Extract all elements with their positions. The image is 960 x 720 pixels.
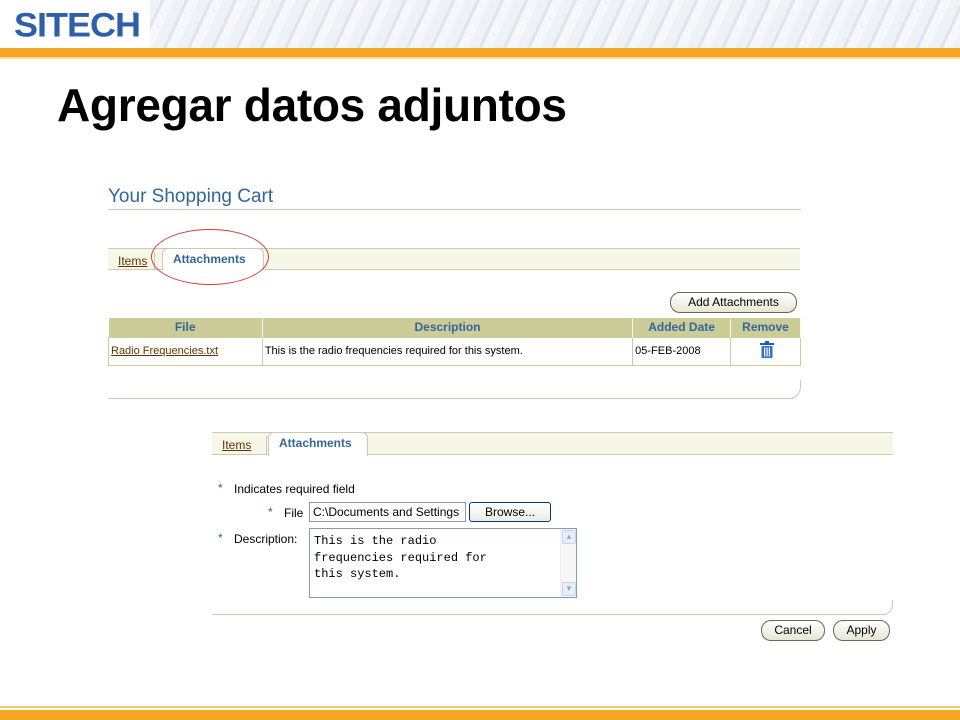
attachments-table: File Description Added Date Remove Radio… <box>108 318 801 366</box>
table-row: Radio Frequencies.txt This is the radio … <box>108 336 801 366</box>
description-textarea[interactable]: This is the radio frequencies required f… <box>309 528 577 598</box>
tab-separator <box>266 436 267 454</box>
cart-panel-corner <box>782 380 801 399</box>
form-panel-bottom-border <box>212 614 887 615</box>
footer-orange-bar <box>0 710 960 720</box>
file-label: File <box>284 506 304 520</box>
highlight-circle <box>151 229 269 285</box>
textarea-scrollbar[interactable]: ▲ ▼ <box>560 529 576 597</box>
description-cell: This is the radio frequencies required f… <box>261 336 634 366</box>
scroll-up-arrow-icon[interactable]: ▲ <box>562 530 576 544</box>
form-panel-corner <box>875 600 893 615</box>
form-tab-bar: Items Attachments <box>212 432 893 456</box>
required-marker: * <box>218 481 223 495</box>
description-text: This is the radio frequencies required f… <box>314 534 487 581</box>
required-marker: * <box>268 505 273 519</box>
header-orange-line <box>0 57 960 59</box>
slide-title: Agregar datos adjuntos <box>57 79 567 131</box>
logo-registered-mark: ® <box>133 12 138 18</box>
footer-thin-line <box>0 706 960 708</box>
browse-button[interactable]: Browse... <box>469 502 551 522</box>
remove-cell <box>730 336 801 366</box>
column-header-file: File <box>108 318 263 337</box>
trash-icon[interactable] <box>759 341 774 361</box>
description-label: Description: <box>234 532 298 546</box>
tab-items[interactable]: Items <box>222 438 251 452</box>
apply-button[interactable]: Apply <box>833 620 890 641</box>
cart-title: Your Shopping Cart <box>108 186 274 207</box>
scroll-down-arrow-icon[interactable]: ▼ <box>562 582 576 596</box>
file-cell: Radio Frequencies.txt <box>108 336 263 366</box>
header-orange-bar <box>0 48 960 57</box>
slide-header: SITECH ® <box>0 0 960 48</box>
column-header-remove: Remove <box>730 318 801 337</box>
add-attachments-button[interactable]: Add Attachments <box>670 292 797 313</box>
file-path-input[interactable]: C:\Documents and Settings <box>309 502 466 522</box>
column-header-added-date: Added Date <box>632 318 732 337</box>
column-header-description: Description <box>262 318 634 337</box>
cart-title-divider <box>108 209 801 210</box>
tab-items[interactable]: Items <box>118 254 147 268</box>
file-link[interactable]: Radio Frequencies.txt <box>111 345 218 357</box>
sitech-logo: SITECH <box>14 5 141 44</box>
header-pattern <box>150 0 960 48</box>
table-header-row: File Description Added Date Remove <box>108 318 801 337</box>
cancel-button[interactable]: Cancel <box>761 620 825 641</box>
added-date-cell: 05-FEB-2008 <box>632 336 732 366</box>
cart-panel-bottom-border <box>108 398 794 399</box>
required-field-note: Indicates required field <box>234 482 355 496</box>
required-marker: * <box>218 531 223 545</box>
tab-attachments[interactable]: Attachments <box>268 432 368 456</box>
